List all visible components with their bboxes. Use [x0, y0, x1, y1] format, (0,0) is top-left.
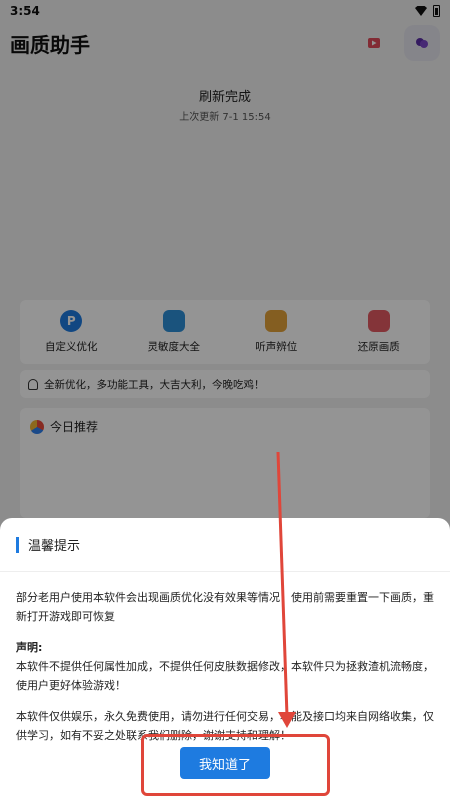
- annotation-arrow-icon: [276, 451, 296, 728]
- annotation-highlight-box: [141, 734, 330, 796]
